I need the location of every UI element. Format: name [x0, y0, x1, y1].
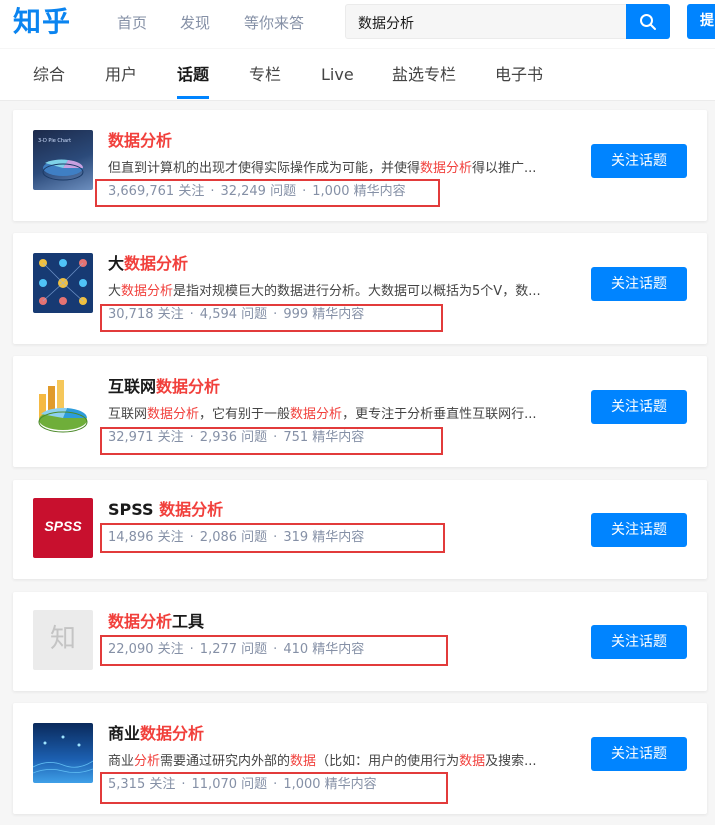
- tab-salt-columns[interactable]: 盐选专栏: [392, 65, 456, 85]
- follow-topic-button[interactable]: 关注话题: [591, 267, 687, 301]
- topic-excerpt: 互联网数据分析，它有别于一般数据分析，更专注于分析垂直性互联网行...: [108, 406, 573, 424]
- search-icon: [640, 14, 656, 30]
- search-input[interactable]: 数据分析: [345, 4, 627, 39]
- topic-title[interactable]: 数据分析: [108, 131, 172, 151]
- top-navbar: 知乎 首页 发现 等你来答 数据分析 提: [0, 0, 715, 48]
- follow-topic-button[interactable]: 关注话题: [591, 737, 687, 771]
- excerpt-text: ，更专注于分析垂直性互联网行...: [342, 407, 537, 422]
- tab-topics[interactable]: 话题: [177, 65, 209, 85]
- excerpt-keyword-highlight: 数据: [459, 754, 486, 769]
- topic-card: 知 数据分析工具 22,090 关注 · 1,277 问题 · 410 精华内容 关注话…: [13, 592, 707, 691]
- topic-card: 大数据分析 大数据分析是指对规模巨大的数据进行分析。大数据可以概括为5个V，数.…: [13, 233, 707, 344]
- topic-title[interactable]: SPSS 数据分析: [108, 500, 223, 520]
- tab-ebooks[interactable]: 电子书: [495, 65, 543, 85]
- topic-card: 3-D Pie Chart 数据分析 但直到计算机的出现才使得实际操作成为可能，…: [13, 110, 707, 221]
- stats-highlight-box: [100, 523, 445, 553]
- active-tab-indicator: [177, 96, 209, 99]
- topic-excerpt: 但直到计算机的出现才使得实际操作成为可能，并使得数据分析得以推广...: [108, 160, 573, 178]
- topic-card: SPSS SPSS 数据分析 14,896 关注 · 2,086 问题 · 319 精华…: [13, 480, 707, 579]
- stats-highlight-box: [100, 772, 448, 804]
- excerpt-text: 互联网: [108, 407, 148, 422]
- spss-logo-text: SPSS: [44, 518, 82, 534]
- tab-live[interactable]: Live: [321, 65, 354, 85]
- ask-question-button[interactable]: 提: [687, 4, 715, 39]
- nav-explore[interactable]: 发现: [180, 14, 210, 32]
- excerpt-text: 但直到计算机的出现才使得实际操作成为可能，并使得: [108, 161, 421, 176]
- topic-title[interactable]: 互联网数据分析: [108, 377, 220, 397]
- thumb-caption: 3-D Pie Chart: [38, 138, 71, 144]
- excerpt-keyword-highlight: 数据分析: [147, 407, 200, 422]
- placeholder-glyph: 知: [49, 624, 76, 654]
- pie-bar-chart-thumbnail[interactable]: [33, 376, 93, 436]
- follow-topic-button[interactable]: 关注话题: [591, 144, 687, 178]
- tab-columns[interactable]: 专栏: [249, 65, 281, 85]
- search-query-text: 数据分析: [358, 16, 414, 32]
- excerpt-keyword-highlight: 数据: [290, 754, 317, 769]
- zhihu-placeholder-icon[interactable]: 知: [33, 610, 93, 670]
- follow-topic-button[interactable]: 关注话题: [591, 625, 687, 659]
- excerpt-keyword-highlight: 数据分析: [121, 284, 174, 299]
- business-analytics-thumbnail[interactable]: [33, 723, 93, 783]
- stats-highlight-box: [100, 304, 443, 332]
- excerpt-text: 得以推广...: [472, 161, 537, 176]
- topic-excerpt: 商业分析需要通过研究内外部的数据（比如：用户的使用行为数据及搜索...: [108, 753, 573, 771]
- topic-title[interactable]: 商业数据分析: [108, 724, 204, 744]
- topic-title[interactable]: 大数据分析: [108, 254, 188, 274]
- excerpt-text: 是指对规模巨大的数据进行分析。大数据可以概括为5个V，数...: [173, 284, 541, 299]
- nav-waiting-answers[interactable]: 等你来答: [244, 14, 304, 32]
- topic-card: 商业数据分析 商业分析需要通过研究内外部的数据（比如：用户的使用行为数据及搜索.…: [13, 703, 707, 814]
- topic-excerpt: 大数据分析是指对规模巨大的数据进行分析。大数据可以概括为5个V，数...: [108, 283, 573, 301]
- stats-highlight-box: [95, 179, 440, 207]
- excerpt-text: ，它有别于一般: [199, 407, 291, 422]
- follow-topic-button[interactable]: 关注话题: [591, 513, 687, 547]
- stats-highlight-box: [100, 635, 448, 666]
- people-network-thumbnail[interactable]: [33, 253, 93, 313]
- excerpt-text: （比如：用户的使用行为: [316, 754, 460, 769]
- spss-logo[interactable]: SPSS: [33, 498, 93, 558]
- excerpt-text: 大: [108, 284, 122, 299]
- zhihu-logo[interactable]: 知乎: [13, 3, 71, 41]
- topic-card: 互联网数据分析 互联网数据分析，它有别于一般数据分析，更专注于分析垂直性互联网行…: [13, 356, 707, 467]
- stats-highlight-box: [100, 427, 443, 455]
- topic-title[interactable]: 数据分析工具: [108, 612, 204, 632]
- excerpt-keyword-highlight: 分析: [134, 754, 161, 769]
- excerpt-text: 需要通过研究内外部的: [160, 754, 291, 769]
- tab-users[interactable]: 用户: [105, 65, 137, 85]
- excerpt-keyword-highlight: 数据分析: [420, 161, 473, 176]
- tab-general[interactable]: 综合: [33, 65, 65, 85]
- excerpt-text: 商业: [108, 754, 135, 769]
- excerpt-text: 及搜索...: [485, 754, 537, 769]
- 3d-pie-chart-thumbnail[interactable]: 3-D Pie Chart: [33, 130, 93, 190]
- search-button[interactable]: [626, 4, 670, 39]
- search-type-tabs: 综合 用户 话题 专栏 Live 盐选专栏 电子书: [0, 49, 715, 101]
- follow-topic-button[interactable]: 关注话题: [591, 390, 687, 424]
- nav-home[interactable]: 首页: [117, 14, 147, 32]
- excerpt-keyword-highlight: 数据分析: [290, 407, 343, 422]
